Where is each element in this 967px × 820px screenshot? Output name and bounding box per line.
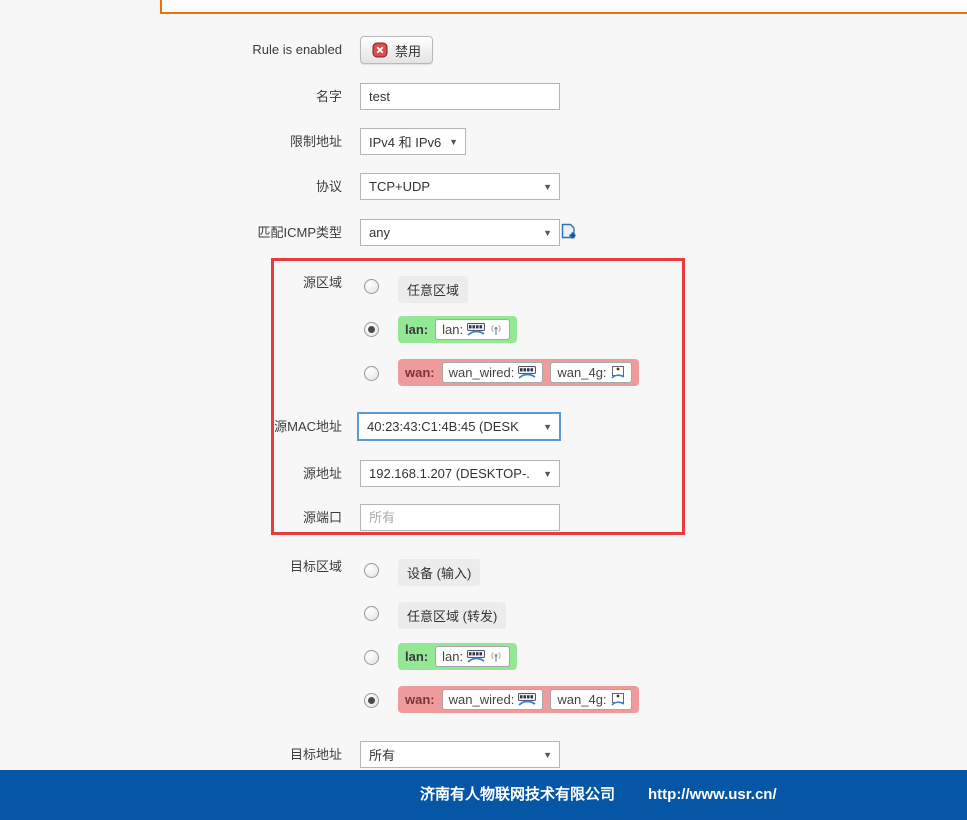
source-zone-lan-radio[interactable]: [364, 322, 379, 337]
zone-lan-name: lan:: [405, 649, 429, 664]
wifi-icon: [489, 323, 503, 336]
highlight-annotation-box: [271, 258, 685, 535]
rule-enabled-label: Rule is enabled: [252, 42, 342, 57]
ethernet-icon: [467, 323, 486, 336]
source-address-select[interactable]: 192.168.1.207 (DESKTOP-. ▼: [360, 460, 560, 487]
modem-icon: [610, 366, 625, 379]
source-address-label: 源地址: [302, 466, 342, 481]
network-lan-label: lan:: [442, 649, 464, 664]
dest-address-label: 目标地址: [289, 747, 342, 762]
network-wan-4g-label: wan_4g:: [557, 692, 607, 707]
source-zone-wan-option: wan: wan_wired: wan_4g:: [398, 359, 639, 386]
source-mac-label: 源MAC地址: [274, 419, 342, 434]
footer-company-name: 济南有人物联网技术有限公司: [420, 786, 616, 803]
add-entry-icon[interactable]: [561, 223, 577, 240]
network-wan-4g-label: wan_4g:: [557, 365, 607, 380]
address-family-value: IPv4 和 IPv6: [369, 135, 442, 150]
source-zone-label: 源区域: [302, 275, 342, 290]
dest-address-value: 所有: [369, 748, 396, 763]
network-wan-wired: wan_wired:: [441, 689, 544, 710]
source-zone-wan-radio[interactable]: [364, 366, 379, 381]
network-lan: lan:: [435, 646, 511, 667]
icmp-type-label: 匹配ICMP类型: [257, 225, 342, 240]
source-mac-value: 40:23:43:C1:4B:45 (DESK: [367, 419, 519, 434]
protocol-label: 协议: [315, 179, 342, 194]
network-wan-wired-label: wan_wired:: [448, 692, 515, 707]
zone-lan-name: lan:: [405, 322, 429, 337]
icmp-type-value: any: [369, 225, 390, 240]
source-address-value: 192.168.1.207 (DESKTOP-.: [369, 466, 530, 481]
section-panel-border: [160, 0, 967, 14]
chevron-down-icon: ▼: [543, 749, 552, 760]
dest-zone-lan-radio[interactable]: [364, 650, 379, 665]
dest-zone-wan-radio[interactable]: [364, 693, 379, 708]
chevron-down-icon: ▼: [543, 181, 552, 192]
network-lan-label: lan:: [442, 322, 464, 337]
modem-icon: [610, 693, 625, 706]
network-wan-wired: wan_wired:: [441, 362, 544, 383]
ethernet-icon: [518, 366, 537, 379]
chevron-down-icon: ▼: [543, 468, 552, 479]
zone-wan-name: wan:: [405, 365, 435, 380]
name-label: 名字: [315, 89, 342, 104]
protocol-select[interactable]: TCP+UDP ▼: [360, 173, 560, 200]
source-port-label: 源端口: [302, 510, 342, 525]
name-input[interactable]: [360, 83, 560, 110]
wifi-icon: [489, 650, 503, 663]
source-zone-any-radio[interactable]: [364, 279, 379, 294]
protocol-value: TCP+UDP: [369, 179, 431, 194]
source-mac-select[interactable]: 40:23:43:C1:4B:45 (DESK ▼: [357, 412, 561, 441]
dest-zone-any-option: 任意区域 (转发): [398, 602, 507, 629]
icmp-type-select[interactable]: any ▼: [360, 219, 560, 246]
dest-zone-label: 目标区域: [289, 559, 342, 574]
network-wan-4g: wan_4g:: [550, 689, 632, 710]
ethernet-icon: [518, 693, 537, 706]
address-family-label: 限制地址: [289, 134, 342, 149]
network-wan-4g: wan_4g:: [550, 362, 632, 383]
dest-zone-lan-option: lan: lan:: [398, 643, 518, 670]
dest-zone-device-radio[interactable]: [364, 563, 379, 578]
ethernet-icon: [467, 650, 486, 663]
dest-zone-device-option: 设备 (输入): [398, 559, 481, 586]
source-zone-any-option: 任意区域: [398, 276, 469, 303]
disable-button-label: 禁用: [395, 43, 422, 59]
network-lan: lan:: [435, 319, 511, 340]
network-wan-wired-label: wan_wired:: [448, 365, 515, 380]
chevron-down-icon: ▼: [449, 136, 458, 147]
chevron-down-icon: ▼: [543, 227, 552, 238]
footer-bar: 济南有人物联网技术有限公司 http://www.usr.cn/: [0, 770, 967, 820]
source-zone-lan-option: lan: lan:: [398, 316, 518, 343]
dest-zone-wan-option: wan: wan_wired: wan_4g:: [398, 686, 639, 713]
source-port-input[interactable]: [360, 504, 560, 531]
dest-zone-any-radio[interactable]: [364, 606, 379, 621]
disable-icon: [372, 42, 388, 58]
footer-website-url: http://www.usr.cn/: [648, 786, 777, 803]
dest-address-select[interactable]: 所有 ▼: [360, 741, 560, 768]
chevron-down-icon: ▼: [543, 421, 552, 432]
zone-wan-name: wan:: [405, 692, 435, 707]
address-family-select[interactable]: IPv4 和 IPv6 ▼: [360, 128, 466, 155]
disable-rule-button[interactable]: 禁用: [360, 36, 434, 64]
